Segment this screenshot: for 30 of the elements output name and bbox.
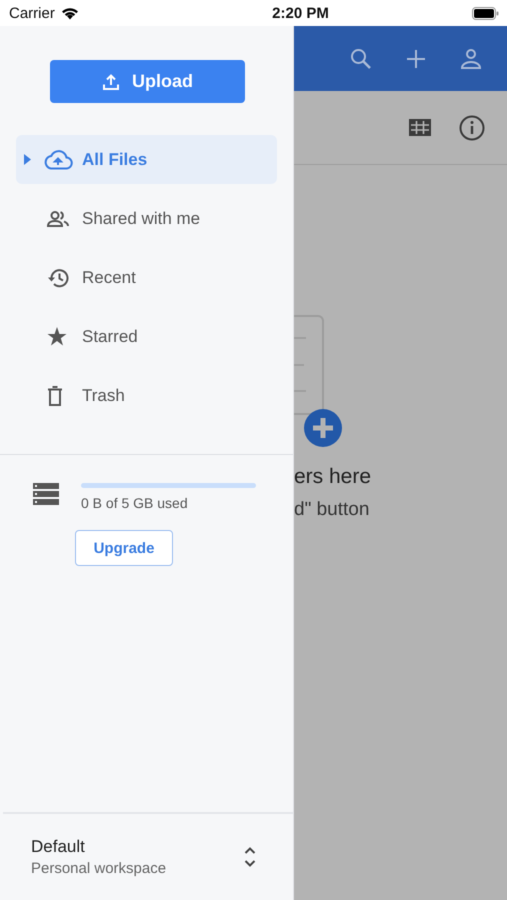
- trash-icon: [47, 386, 63, 406]
- workspace-name: Default: [31, 837, 86, 857]
- storage-icon: [33, 483, 59, 505]
- workspace-subtitle: Personal workspace: [31, 860, 166, 877]
- account-icon[interactable]: [460, 48, 482, 70]
- battery-icon: [472, 6, 499, 20]
- add-icon[interactable]: [406, 48, 426, 68]
- upload-icon: [102, 72, 120, 90]
- clock-time: 2:20 PM: [272, 4, 329, 22]
- chevron-up-down-icon[interactable]: [244, 845, 256, 869]
- people-icon: [47, 210, 69, 226]
- history-icon: [47, 268, 69, 288]
- nav-item[interactable]: Shared with me: [16, 194, 277, 243]
- star-icon: [47, 327, 67, 346]
- empty-state-subtitle: d" button: [294, 499, 370, 521]
- info-icon[interactable]: [459, 114, 485, 140]
- carrier-name: Carrier: [9, 4, 55, 22]
- add-circle-icon: [303, 408, 343, 448]
- wifi-icon: [60, 6, 79, 20]
- cloud-upload-icon: [43, 150, 73, 170]
- nav-item[interactable]: Trash: [16, 371, 277, 420]
- search-icon[interactable]: [350, 48, 372, 70]
- upgrade-button[interactable]: Upgrade: [75, 530, 173, 566]
- storage-usage: 0 B of 5 GB used: [81, 495, 189, 511]
- nav-item[interactable]: Recent: [16, 253, 277, 302]
- grid-view-icon[interactable]: [409, 119, 431, 136]
- upload-button[interactable]: Upload: [50, 60, 245, 103]
- caret-icon: [24, 154, 31, 165]
- nav-item[interactable]: Starred: [16, 312, 277, 361]
- empty-state-title: ers here: [294, 465, 372, 489]
